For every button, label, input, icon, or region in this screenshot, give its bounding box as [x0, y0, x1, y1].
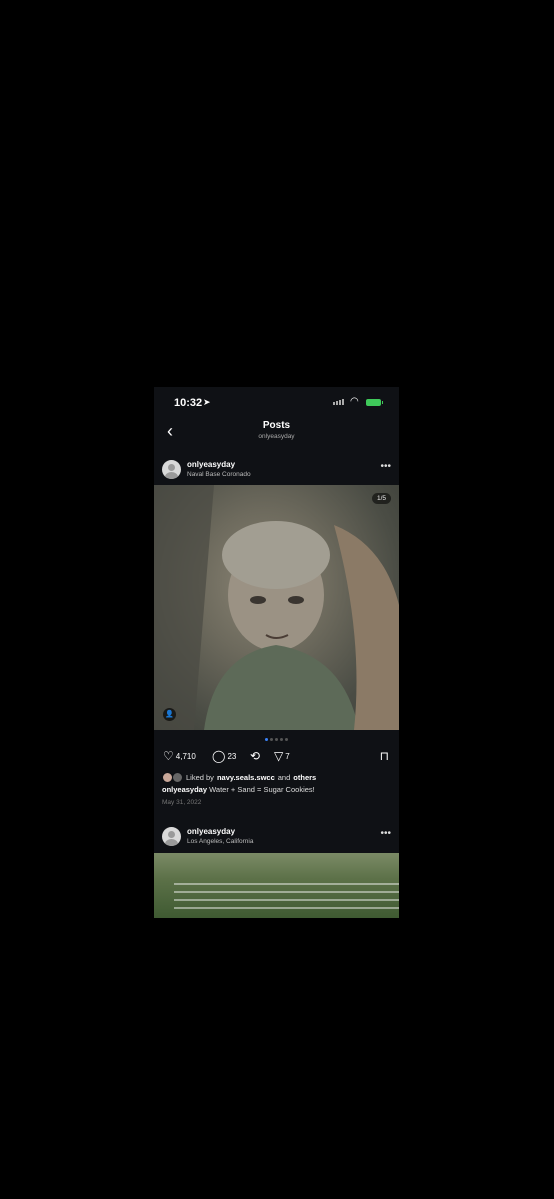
carousel-dot	[285, 738, 288, 741]
post-actions: ♡ 4,710 ◯ 23 ⟲ ▽ 7 ⊓	[154, 747, 399, 767]
headstone-row	[174, 883, 399, 885]
signal-icon	[333, 399, 344, 405]
repost-button[interactable]: ⟲	[250, 750, 260, 762]
like-count: 4,710	[175, 751, 196, 761]
liked-by-user[interactable]: navy.seals.swcc	[217, 773, 275, 782]
post-caption: onlyeasyday Water + Sand = Sugar Cookies…	[162, 785, 397, 794]
post-username[interactable]: onlyeasyday	[187, 460, 235, 469]
carousel-dots	[154, 738, 399, 741]
repost-icon: ⟲	[250, 749, 261, 763]
like-button[interactable]: ♡ 4,710	[163, 750, 196, 762]
post-location[interactable]: Naval Base Coronado	[187, 471, 251, 478]
share-button[interactable]: ▽ 7	[274, 750, 290, 762]
liked-by[interactable]: Liked by navy.seals.swcc and others	[162, 772, 397, 783]
location-arrow-icon: ➤	[203, 397, 211, 407]
avatar[interactable]	[162, 827, 181, 846]
caption-username[interactable]: onlyeasyday	[162, 785, 207, 794]
headstone-row	[174, 899, 399, 901]
heart-icon: ♡	[163, 749, 174, 763]
post-image[interactable]: 1/5 👤	[154, 485, 399, 730]
carousel-dot	[265, 738, 268, 741]
post-image[interactable]	[154, 853, 399, 918]
headstone-row	[174, 891, 399, 893]
phone-screen: 10:32 ➤ ◠ ‹ Posts onlyeasyday onlyeasyda…	[154, 387, 399, 918]
wifi-icon: ◠	[350, 396, 359, 407]
comment-count: 23	[227, 751, 237, 761]
bookmark-icon[interactable]: ⊓	[380, 749, 389, 763]
post-header: onlyeasyday Los Angeles, California •••	[154, 824, 399, 850]
post-username[interactable]: onlyeasyday	[187, 827, 235, 836]
liked-by-and: and	[277, 773, 291, 782]
liked-by-prefix: Liked by	[186, 773, 214, 782]
headstone-row	[174, 907, 399, 909]
battery-icon	[366, 399, 383, 406]
share-count: 7	[285, 751, 290, 761]
tagged-users-icon[interactable]: 👤	[163, 708, 176, 721]
status-time: 10:32	[174, 397, 203, 409]
post-header: onlyeasyday Naval Base Coronado •••	[154, 457, 399, 483]
comment-button[interactable]: ◯ 23	[212, 750, 236, 762]
carousel-dot	[270, 738, 273, 741]
liked-by-others[interactable]: others	[293, 773, 316, 782]
page-subtitle: onlyeasyday	[258, 433, 295, 440]
post-photo-art	[154, 485, 399, 730]
post-date: May 31, 2022	[162, 799, 202, 806]
comment-icon: ◯	[212, 749, 226, 763]
more-options-icon[interactable]: •••	[380, 828, 391, 839]
carousel-dot	[275, 738, 278, 741]
carousel-dot	[280, 738, 283, 741]
page-title: Posts	[262, 420, 291, 431]
liker-avatar	[172, 772, 183, 783]
top-nav: ‹ Posts onlyeasyday	[154, 417, 399, 449]
post-location[interactable]: Los Angeles, California	[187, 838, 254, 845]
avatar[interactable]	[162, 460, 181, 479]
image-counter: 1/5	[371, 493, 391, 504]
send-icon: ▽	[274, 749, 284, 763]
status-bar: 10:32 ➤ ◠	[154, 387, 399, 417]
more-options-icon[interactable]: •••	[380, 461, 391, 472]
caption-text: Water + Sand = Sugar Cookies!	[209, 785, 315, 794]
